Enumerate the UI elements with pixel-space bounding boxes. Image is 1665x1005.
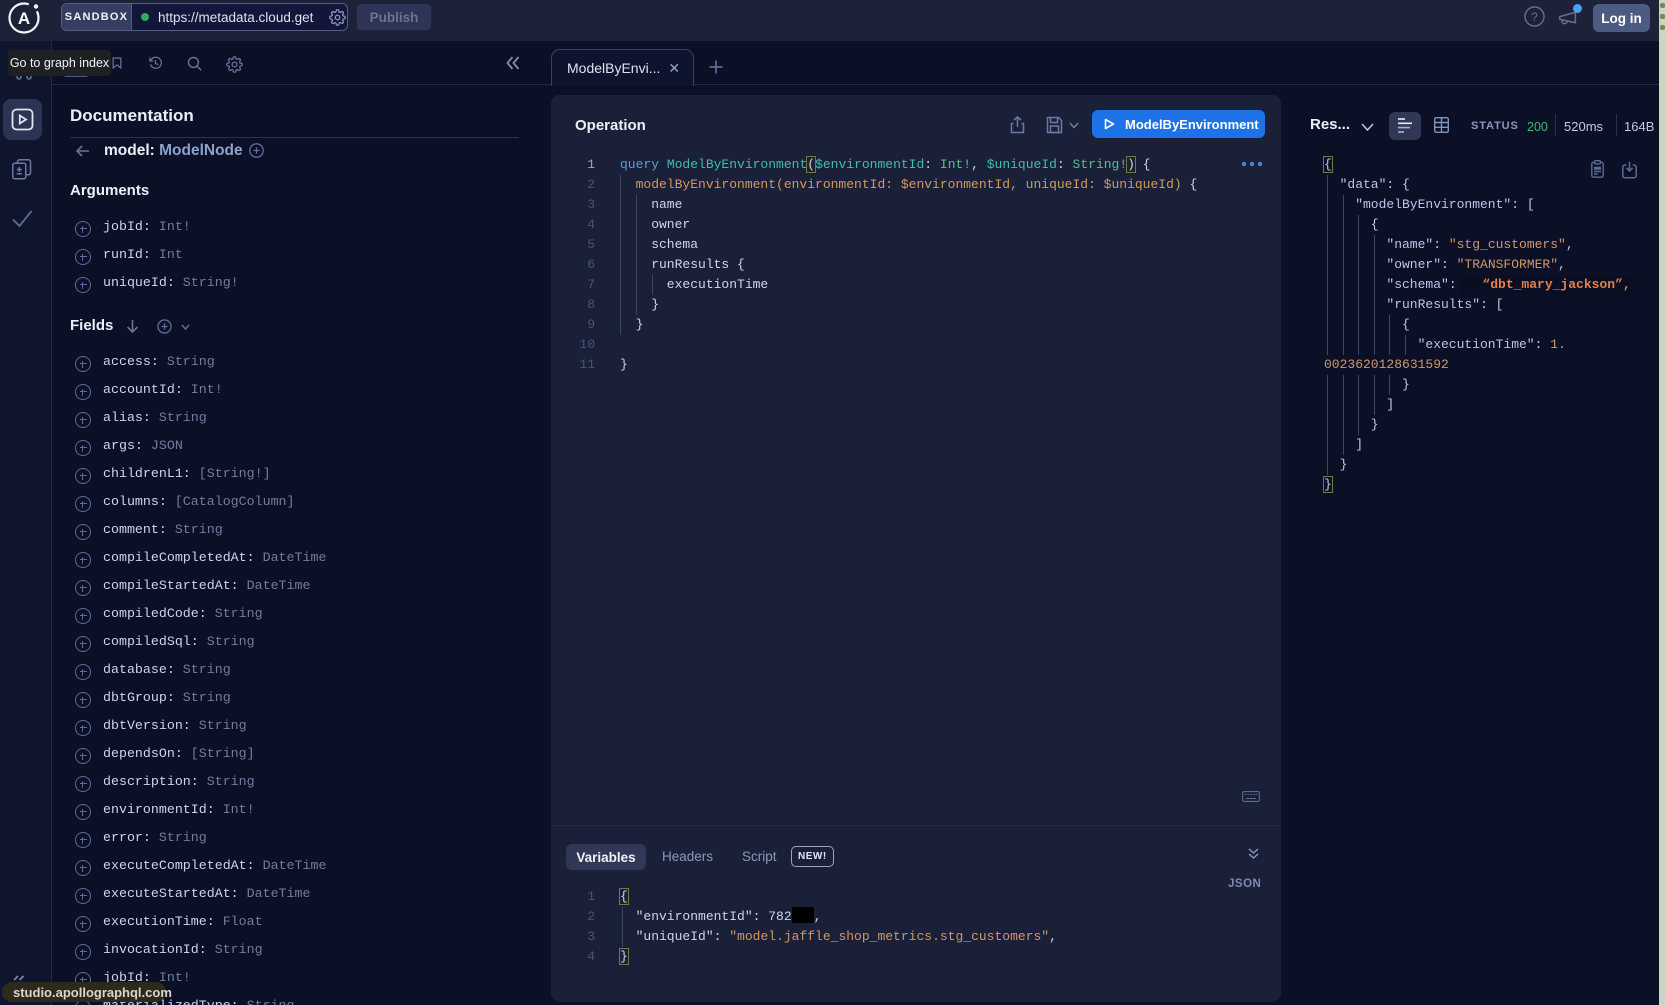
svg-text:?: ? xyxy=(1531,10,1538,24)
svg-text:A: A xyxy=(18,9,30,28)
